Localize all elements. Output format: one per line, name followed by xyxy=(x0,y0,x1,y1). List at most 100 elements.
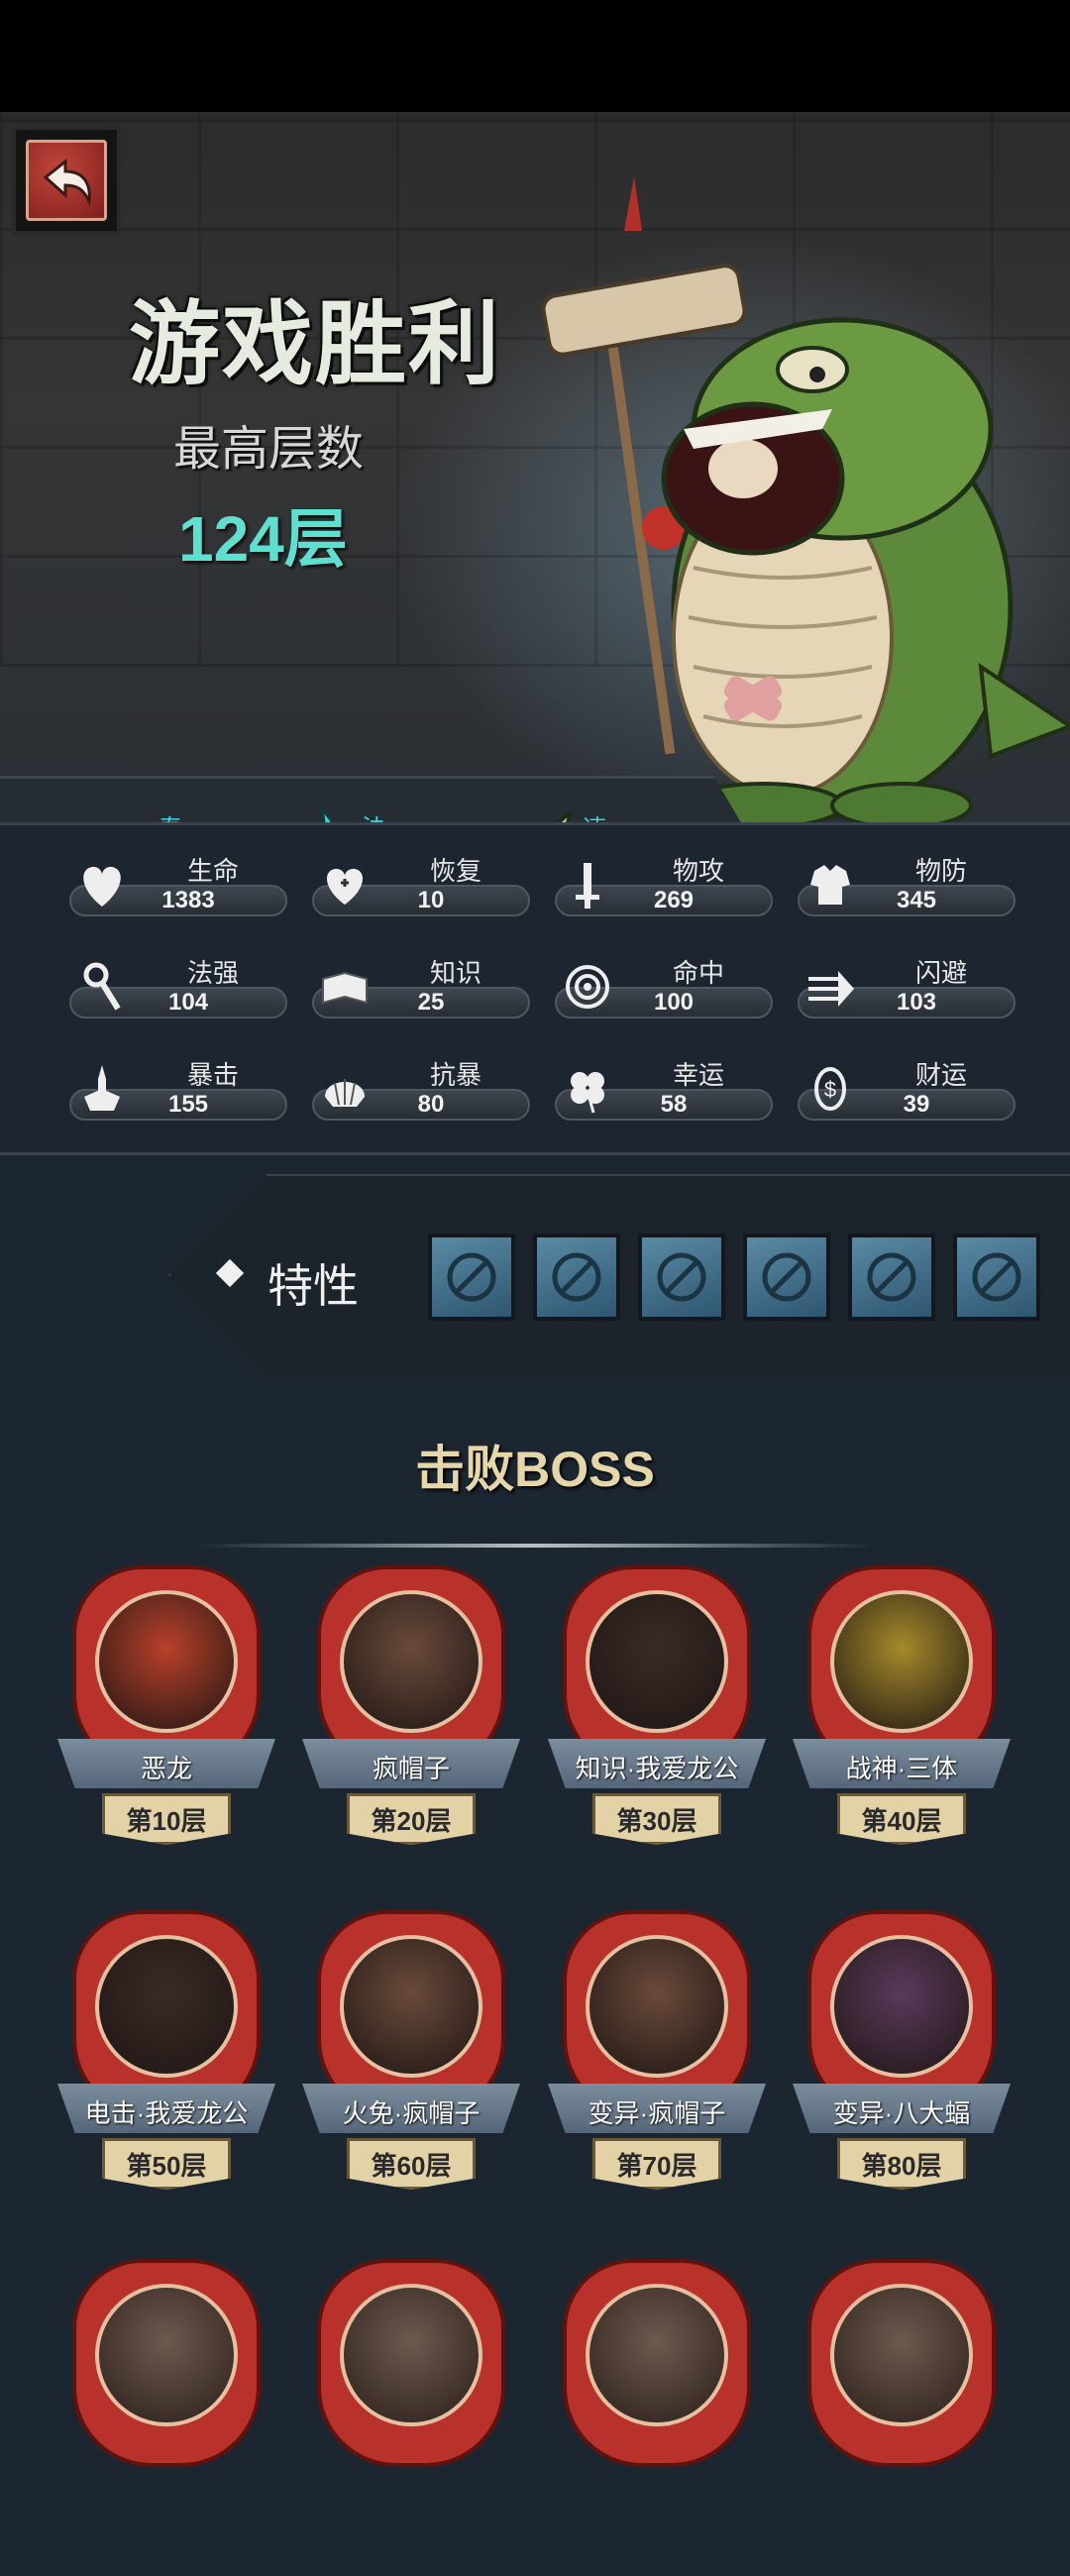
attribute-name: 物防 xyxy=(914,856,967,886)
attribute-5: 知识 25 xyxy=(312,947,530,1026)
heart-plus-icon xyxy=(326,868,364,905)
target-icon xyxy=(566,965,609,1009)
status-bar xyxy=(0,0,1070,112)
attribute-name: 幸运 xyxy=(672,1060,724,1090)
trait-glyph xyxy=(447,1252,496,1302)
boss-floor: 第60层 xyxy=(371,2151,452,2181)
dodge-arrow-icon xyxy=(808,971,854,1007)
boss-portrait xyxy=(586,1935,728,2078)
trait-glyph xyxy=(867,1252,916,1302)
coin-icon: $ xyxy=(814,1067,846,1111)
attribute-name: 命中 xyxy=(672,958,724,988)
attribute-value: 39 xyxy=(903,1091,930,1118)
boss-card[interactable]: 疯帽子第20层 xyxy=(302,1565,520,1882)
boss-portrait xyxy=(340,1590,482,1733)
attribute-6: 命中 100 xyxy=(555,947,773,1026)
attribute-9: 抗暴 80 xyxy=(312,1049,530,1128)
attribute-value: 104 xyxy=(167,989,209,1016)
attribute-value: 345 xyxy=(896,887,937,913)
attribute-value: 58 xyxy=(660,1091,688,1118)
attribute-name: 物攻 xyxy=(672,856,724,886)
boss-card[interactable]: 变异·八大蝠 第80层 xyxy=(793,1910,1011,2227)
book-icon xyxy=(322,971,368,1005)
trait-icon-1[interactable] xyxy=(428,1234,515,1321)
boss-portrait xyxy=(586,1590,728,1733)
attribute-value: 269 xyxy=(653,887,695,913)
sword-icon xyxy=(576,863,599,909)
boss-name: 火免·疯帽子 xyxy=(342,2098,481,2128)
boss-card[interactable]: 变异·疯帽子 第70层 xyxy=(548,1910,766,2227)
attribute-panel: 生命 1383 恢复 10 物攻 269 物防 345 法强 104 知识 25 命中 100 闪避 103 暴… xyxy=(0,822,1070,1155)
best-floor-label: 最高层数 xyxy=(173,423,365,476)
armor-icon xyxy=(810,865,850,905)
boss-portrait xyxy=(95,1935,238,2078)
trait-icon-3[interactable] xyxy=(638,1234,725,1321)
trait-icon-5[interactable] xyxy=(848,1234,935,1321)
attribute-value: 25 xyxy=(417,989,445,1016)
attribute-value: 155 xyxy=(167,1091,209,1118)
back-button[interactable] xyxy=(12,126,121,235)
heart-icon xyxy=(83,866,121,907)
attribute-0: 生命 1383 xyxy=(69,845,287,924)
attribute-name: 财运 xyxy=(914,1060,967,1090)
attribute-value: 100 xyxy=(653,989,695,1016)
attribute-name: 生命 xyxy=(186,856,239,886)
crocodile-boss-illustration xyxy=(541,176,1070,825)
boss-name: 疯帽子 xyxy=(372,1754,450,1783)
trait-glyph xyxy=(762,1252,811,1302)
boss-floor: 第40层 xyxy=(861,1806,942,1836)
top-stats-band: 寿命 7 法力 16 速度 74 xyxy=(0,776,793,825)
back-arrow-icon xyxy=(43,158,91,207)
boss-card-partial[interactable] xyxy=(302,2259,520,2576)
boss-card-partial[interactable] xyxy=(57,2259,275,2576)
trait-glyph xyxy=(972,1252,1021,1302)
attribute-name: 恢复 xyxy=(429,856,482,886)
boss-floor: 第30层 xyxy=(616,1806,697,1836)
shell-shield-icon xyxy=(325,1079,365,1107)
boss-card[interactable]: 恶龙 第10层 xyxy=(57,1565,275,1882)
trait-icon-4[interactable] xyxy=(743,1234,830,1321)
boss-card[interactable]: 战神·三体 第40层 xyxy=(793,1565,1011,1882)
boss-card[interactable]: 电击·我爱龙公 第50层 xyxy=(57,1910,275,2227)
crit-dagger-icon xyxy=(84,1065,120,1111)
boss-portrait xyxy=(830,1935,973,2078)
boss-name: 知识·我爱龙公 xyxy=(575,1754,739,1783)
best-floor-value: 124层 xyxy=(178,503,348,575)
attribute-name: 知识 xyxy=(429,958,482,988)
boss-floor: 第20层 xyxy=(371,1806,452,1836)
attribute-10: 幸运 58 xyxy=(555,1049,773,1128)
boss-name: 电击·我爱龙公 xyxy=(84,2098,249,2128)
attribute-name: 法强 xyxy=(186,958,239,988)
boss-floor: 第10层 xyxy=(126,1806,207,1836)
boss-card-partial[interactable] xyxy=(548,2259,766,2576)
boss-portrait xyxy=(830,2284,973,2426)
boss-portrait xyxy=(95,2284,238,2426)
victory-title: 游戏胜利 xyxy=(129,294,502,395)
boss-floor: 第80层 xyxy=(861,2151,942,2181)
boss-floor: 第70层 xyxy=(616,2151,697,2181)
traits-label: 特性 xyxy=(268,1260,359,1312)
boss-card[interactable]: 火免·疯帽子 第60层 xyxy=(302,1910,520,2227)
attribute-2: 物攻 269 xyxy=(555,845,773,924)
attribute-3: 物防 345 xyxy=(798,845,1016,924)
magic-staff-icon xyxy=(83,962,121,1011)
boss-name: 变异·疯帽子 xyxy=(588,2098,726,2128)
hero-panel: 游戏胜利 最高层数 124层 xyxy=(0,112,1070,825)
trait-glyph xyxy=(552,1252,601,1302)
trait-icon-2[interactable] xyxy=(533,1234,620,1321)
attribute-1: 恢复 10 xyxy=(312,845,530,924)
trait-glyph xyxy=(657,1252,706,1302)
boss-portrait xyxy=(95,1590,238,1733)
boss-card-partial[interactable] xyxy=(793,2259,1011,2576)
attribute-value: 1383 xyxy=(161,887,215,913)
boss-floor: 第50层 xyxy=(126,2151,207,2181)
divider xyxy=(198,1544,872,1548)
boss-portrait xyxy=(586,2284,728,2426)
boss-card[interactable]: 知识·我爱龙公 第30层 xyxy=(548,1565,766,1882)
attribute-11: $ 财运 39 xyxy=(798,1049,1016,1128)
attribute-name: 抗暴 xyxy=(429,1060,482,1090)
attribute-4: 法强 104 xyxy=(69,947,287,1026)
attribute-value: 10 xyxy=(417,887,445,913)
attribute-value: 103 xyxy=(896,989,937,1016)
trait-icon-6[interactable] xyxy=(953,1234,1040,1321)
